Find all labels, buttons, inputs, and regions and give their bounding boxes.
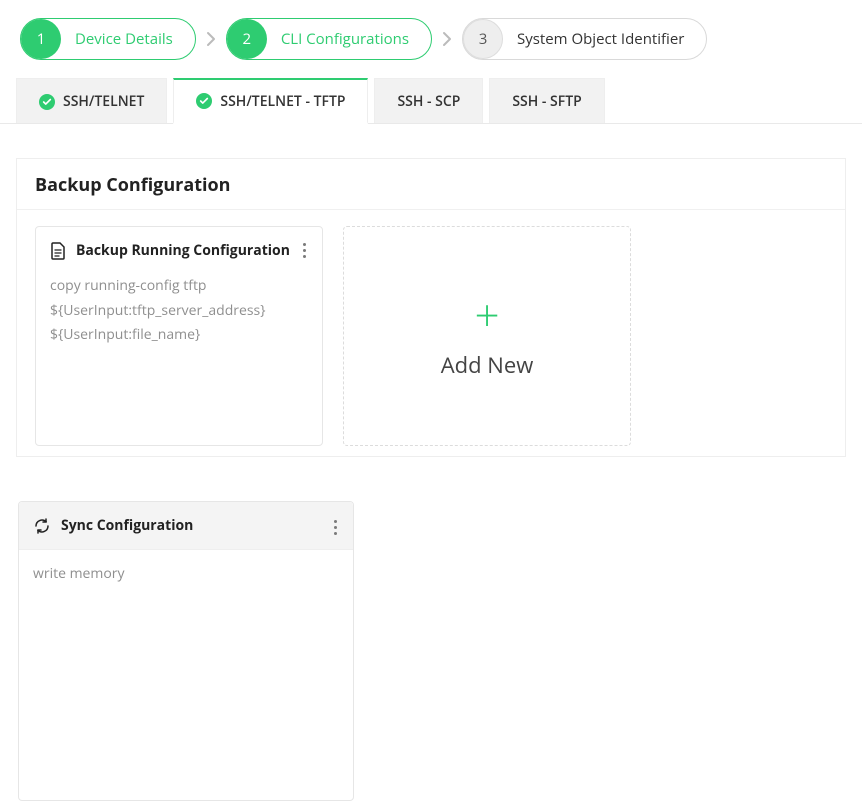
sync-icon — [33, 517, 51, 535]
chevron-right-icon — [442, 31, 452, 47]
tab-ssh-telnet-tftp[interactable]: SSH/TELNET - TFTP — [173, 78, 368, 124]
step-label: System Object Identifier — [517, 29, 684, 49]
panel-title: Backup Configuration — [17, 159, 845, 209]
add-new-card[interactable]: + Add New — [343, 226, 631, 446]
step-number: 2 — [227, 19, 267, 59]
card-body: write memory — [19, 550, 353, 599]
sync-config-card[interactable]: Sync Configuration write memory — [18, 501, 354, 801]
wizard-steps: 1 Device Details 2 CLI Configurations 3 … — [0, 0, 862, 78]
chevron-right-icon — [206, 31, 216, 47]
backup-cards-row: Backup Running Configuration copy runnin… — [17, 210, 845, 446]
protocol-tabs: SSH/TELNET SSH/TELNET - TFTP SSH - SCP S… — [16, 78, 862, 124]
check-icon — [39, 94, 55, 110]
add-new-label: Add New — [441, 350, 534, 380]
card-header: Sync Configuration — [19, 502, 353, 550]
kebab-menu-icon[interactable] — [297, 239, 312, 262]
tab-label: SSH/TELNET — [63, 92, 144, 111]
step-label: CLI Configurations — [281, 29, 409, 49]
tab-ssh-telnet[interactable]: SSH/TELNET — [16, 78, 167, 124]
tab-ssh-sftp[interactable]: SSH - SFTP — [489, 78, 604, 124]
check-icon — [196, 93, 212, 109]
card-title: Sync Configuration — [61, 516, 193, 535]
tab-label: SSH - SCP — [397, 92, 460, 111]
step-number: 1 — [21, 19, 61, 59]
backup-running-config-card[interactable]: Backup Running Configuration copy runnin… — [35, 226, 323, 446]
sync-row: Sync Configuration write memory — [18, 501, 862, 801]
card-header: Backup Running Configuration — [50, 241, 308, 260]
document-icon — [50, 242, 66, 260]
step-device-details[interactable]: 1 Device Details — [20, 18, 196, 60]
tab-label: SSH - SFTP — [512, 92, 581, 111]
tab-label: SSH/TELNET - TFTP — [220, 92, 345, 111]
step-system-object-identifier[interactable]: 3 System Object Identifier — [462, 18, 707, 60]
backup-config-panel: Backup Configuration Backup Running Conf… — [16, 158, 846, 457]
card-body: copy running-config tftp ${UserInput:tft… — [50, 274, 308, 348]
step-cli-configurations[interactable]: 2 CLI Configurations — [226, 18, 432, 60]
step-number: 3 — [463, 19, 503, 59]
cli-line: copy running-config tftp — [50, 274, 308, 299]
card-title: Backup Running Configuration — [76, 241, 290, 260]
plus-icon: + — [474, 292, 499, 336]
tabs-divider — [0, 123, 862, 124]
cli-line: ${UserInput:file_name} — [50, 323, 308, 348]
cli-line: write memory — [33, 562, 339, 587]
step-label: Device Details — [75, 29, 173, 49]
kebab-menu-icon[interactable] — [328, 516, 343, 539]
cli-line: ${UserInput:tftp_server_address} — [50, 299, 308, 324]
tab-ssh-scp[interactable]: SSH - SCP — [374, 78, 483, 124]
